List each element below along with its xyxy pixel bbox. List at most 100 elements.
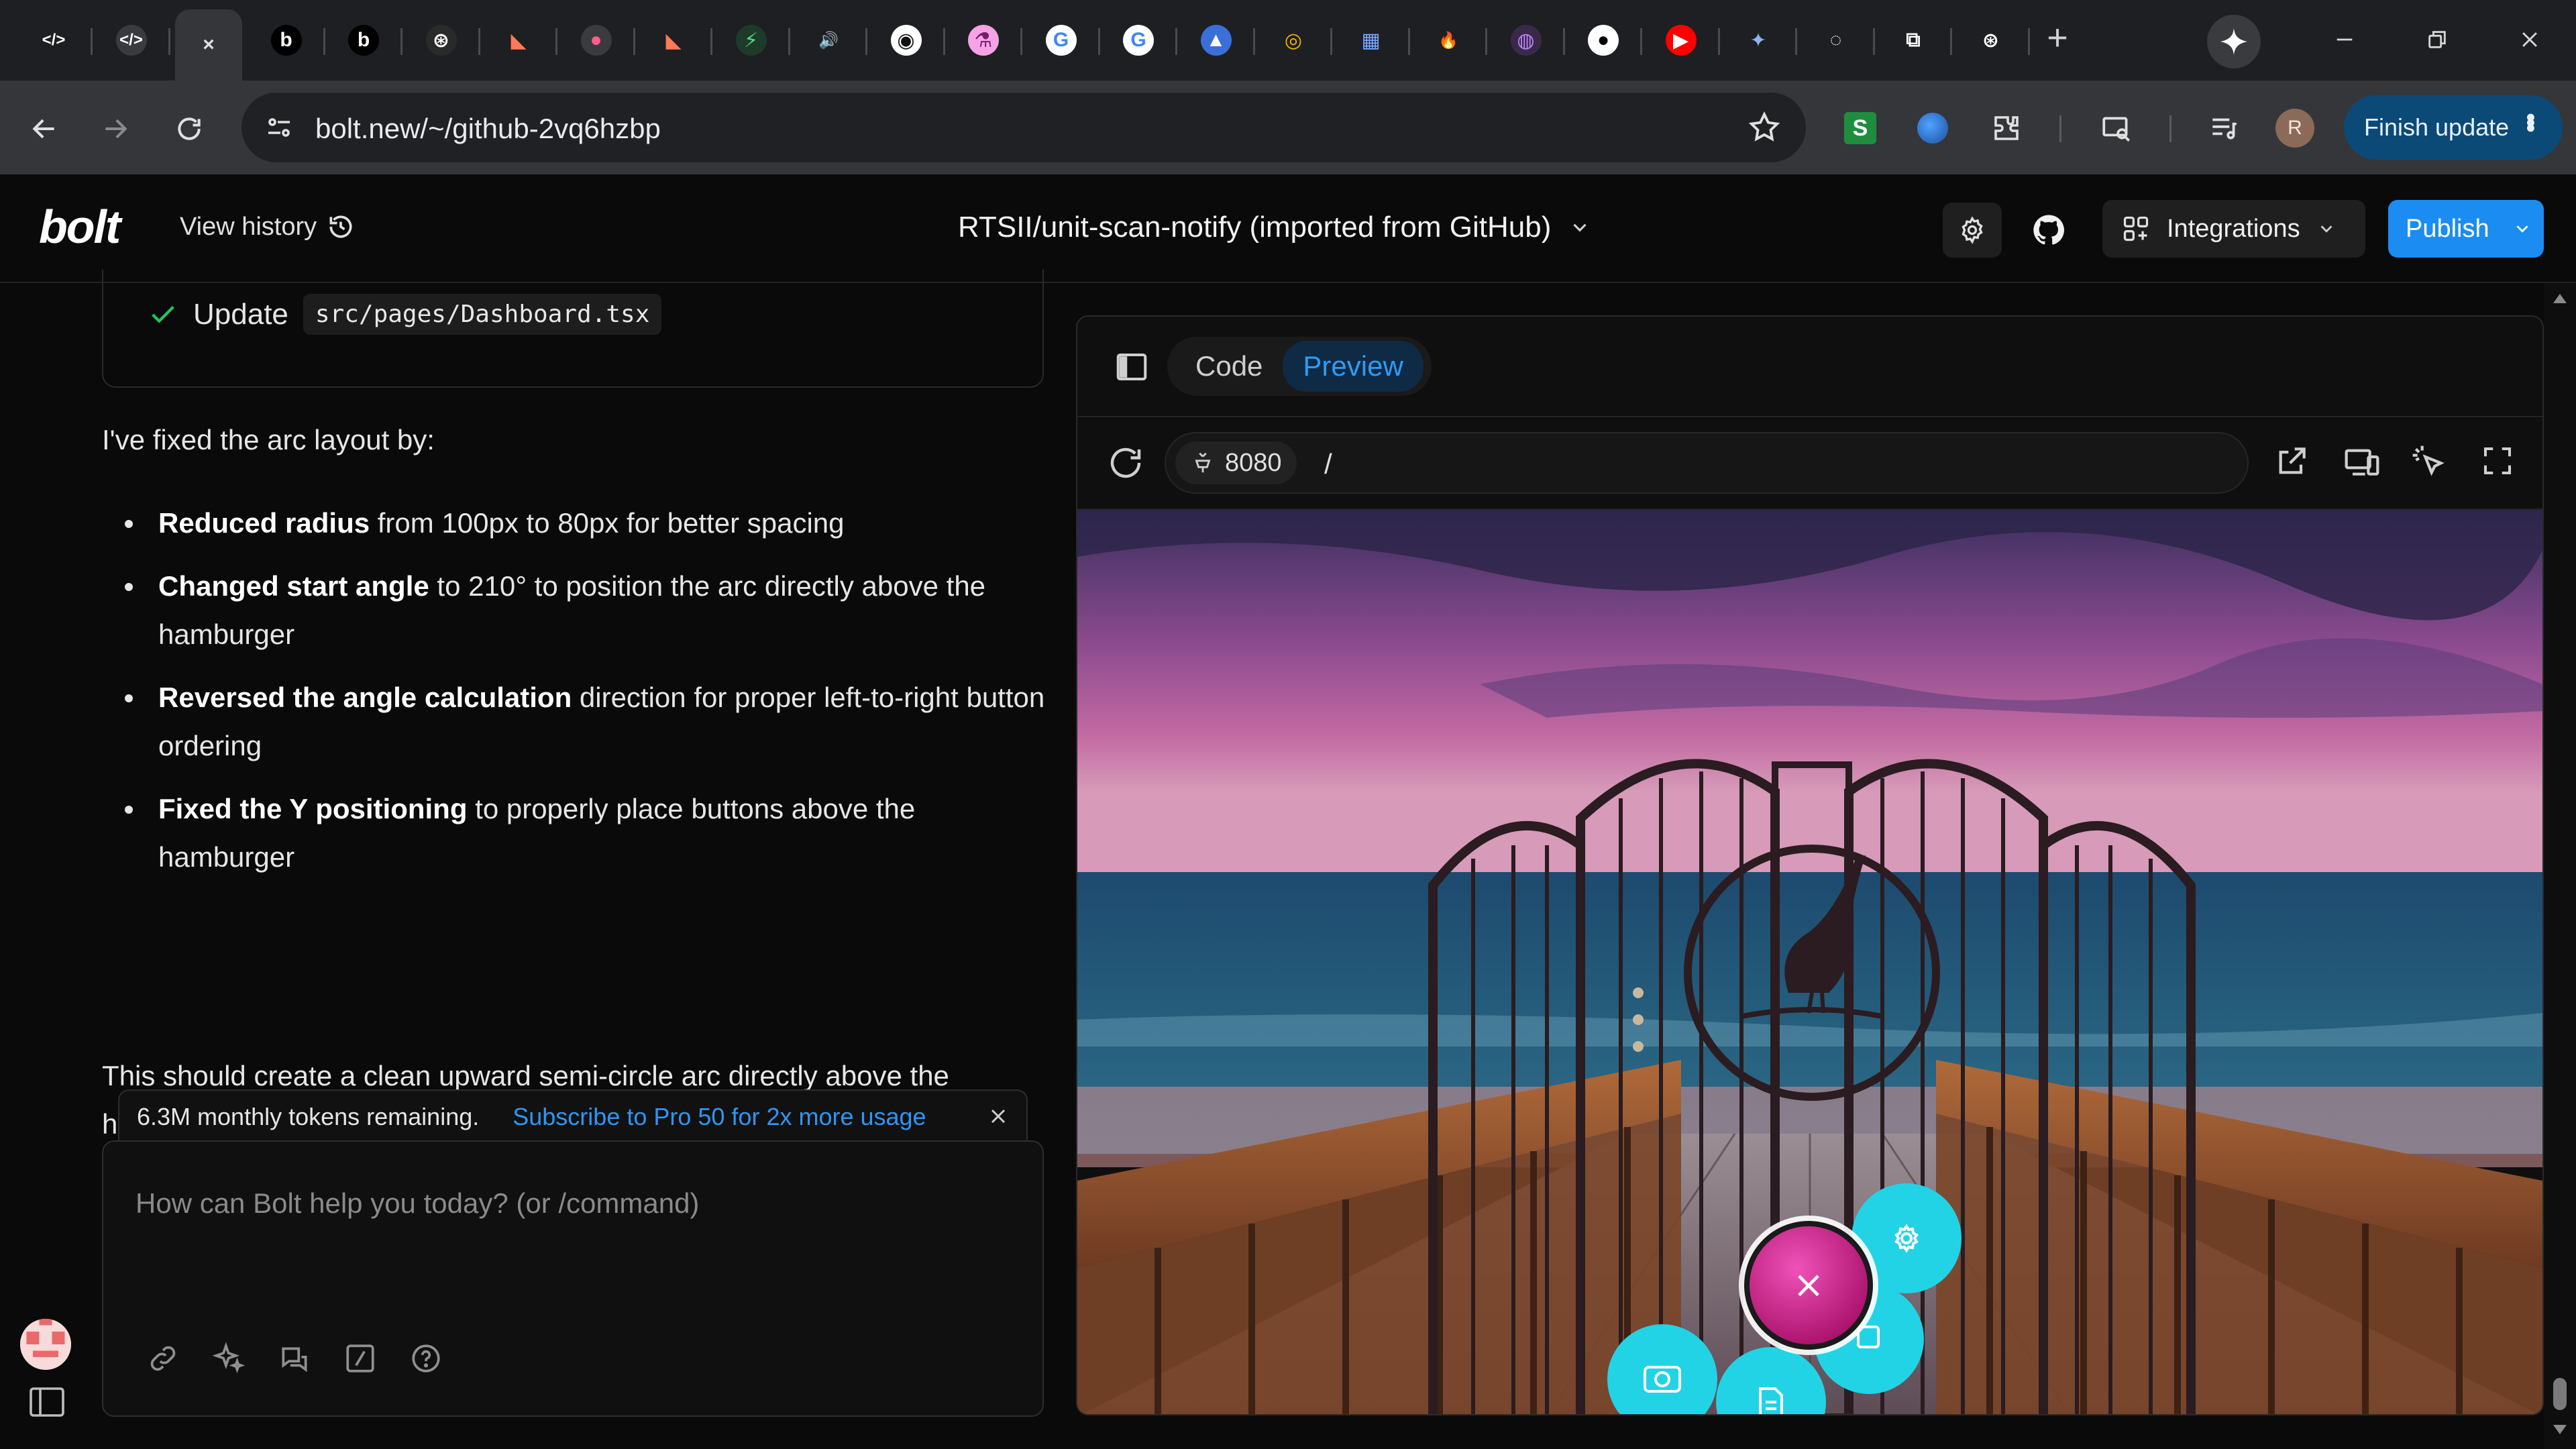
sidebar-toggle-button[interactable] (30, 1387, 64, 1417)
tab-separator (1562, 28, 1565, 55)
tab-search-button[interactable] (2094, 106, 2139, 150)
external-link-icon (2279, 447, 2306, 474)
tab-app-6[interactable]: ▦ (1338, 9, 1410, 71)
attach-button[interactable] (145, 1340, 181, 1377)
address-bar[interactable]: bolt.new/~/github-2vq6hzbp (241, 93, 1806, 162)
tab-app-2[interactable]: ● (563, 9, 635, 71)
scroll-thumb[interactable] (2553, 1378, 2567, 1410)
tab-cloud[interactable]: ◎ (1260, 9, 1332, 71)
tab-dev[interactable]: </> (20, 9, 93, 71)
slash-square-icon (346, 1344, 374, 1373)
tab-lab[interactable]: ⚗ (950, 9, 1022, 71)
close-window-button[interactable] (2500, 17, 2560, 62)
new-tab-button[interactable]: + (2037, 17, 2078, 59)
tab-github[interactable]: ● (1570, 9, 1642, 71)
preview-path[interactable]: / (1324, 448, 1332, 480)
profile-avatar[interactable]: R (2273, 106, 2317, 150)
tab-app-7[interactable]: ◍ (1493, 9, 1565, 71)
extension-sheets[interactable]: S (1838, 106, 1882, 150)
tab-fire[interactable]: 🔥 (1415, 9, 1487, 71)
tab-audio-favicon-icon: 🔊 (813, 25, 844, 56)
fab-close-button[interactable]: × (1739, 1216, 1878, 1355)
tab-gemini[interactable]: ✦ (1725, 9, 1797, 71)
port-selector[interactable]: 8080 (1175, 441, 1297, 484)
tab-audio[interactable]: 🔊 (795, 9, 867, 71)
scroll-down-icon[interactable] (2552, 1424, 2568, 1437)
github-button[interactable] (2019, 203, 2078, 258)
user-avatar[interactable] (20, 1319, 71, 1370)
tab-separator (710, 28, 712, 55)
tab-bolt-2[interactable]: b (330, 9, 402, 71)
command-button[interactable] (342, 1340, 378, 1377)
chevron-down-icon (1573, 223, 1587, 232)
preview-url-field[interactable]: 8080 / (1165, 432, 2249, 494)
scroll-up-icon[interactable] (2552, 291, 2568, 305)
sparkle-icon (212, 1342, 246, 1374)
discuss-button[interactable] (276, 1340, 313, 1377)
project-title-dropdown[interactable]: RTSII/unit-scan-notify (imported from Gi… (958, 211, 1591, 244)
tab-preview[interactable]: Preview (1283, 341, 1424, 392)
extension-blue[interactable] (1911, 106, 1955, 150)
tab-separator (91, 28, 93, 55)
tab-bolt-1[interactable]: b (253, 9, 325, 71)
prompt-input[interactable] (136, 1177, 1008, 1230)
view-history-button[interactable]: View history (180, 212, 356, 241)
fullscreen-button[interactable] (2479, 443, 2520, 483)
site-info-icon[interactable] (263, 111, 295, 144)
tab-youtube[interactable]: ▶ (1648, 9, 1720, 71)
tab-separator (478, 28, 480, 55)
tab-app-8[interactable]: ◌ (1803, 9, 1875, 71)
page-scrollbar[interactable] (2544, 283, 2576, 1449)
tab-drive[interactable]: ▲ (1183, 9, 1255, 71)
tab-separator (1950, 28, 1952, 55)
preview-panel: Code Preview 8080 / × (1076, 315, 2544, 1415)
tab-app-3[interactable]: ◣ (640, 9, 712, 71)
integrations-dropdown[interactable]: Integrations (2102, 200, 2365, 258)
tab-separator (788, 28, 790, 55)
tab-active[interactable]: × (175, 9, 242, 80)
inspect-element-button[interactable] (2410, 443, 2450, 483)
update-file-chip[interactable]: src/pages/Dashboard.tsx (303, 294, 662, 335)
tab-google-1[interactable]: G (1028, 9, 1100, 71)
bolt-logo[interactable]: bolt (39, 200, 121, 254)
tab-app-4-favicon-icon: ⚡ (735, 25, 767, 56)
tokens-banner: 6.3M monthly tokens remaining. Subscribe… (118, 1089, 1028, 1143)
device-toggle-button[interactable] (2343, 443, 2383, 483)
subscribe-link[interactable]: Subscribe to Pro 50 for 2x more usage (513, 1103, 926, 1131)
tab-dev-2[interactable]: </> (98, 9, 170, 71)
back-button[interactable] (20, 105, 68, 153)
close-icon[interactable] (986, 1104, 1010, 1128)
more-vertical-icon[interactable]: ••• (2516, 113, 2545, 129)
chevron-down-icon (2320, 225, 2332, 233)
tokens-remaining: 6.3M monthly tokens remaining. (137, 1103, 480, 1130)
settings-button[interactable] (1943, 203, 2002, 258)
tab-openai[interactable]: ⊛ (408, 9, 480, 71)
preview-reload-button[interactable] (1106, 443, 1146, 483)
publish-button[interactable]: Publish (2388, 200, 2544, 258)
tab-app-5[interactable]: ◉ (873, 9, 945, 71)
media-controls-button[interactable] (2202, 106, 2246, 150)
forward-button[interactable] (91, 105, 140, 153)
finish-update-button[interactable]: Finish update ••• (2344, 95, 2563, 160)
publish-label: Publish (2406, 214, 2489, 243)
minimize-button[interactable] (2314, 17, 2375, 62)
extensions-button[interactable] (1984, 106, 2029, 150)
tab-openai-2[interactable]: ⊛ (1957, 9, 2030, 71)
reload-button[interactable] (165, 105, 213, 153)
tab-app-4[interactable]: ⚡ (718, 9, 790, 71)
prompt-toolbar (145, 1340, 444, 1377)
tab-code[interactable]: Code (1175, 341, 1283, 392)
bookmark-star-icon[interactable] (1747, 110, 1782, 145)
action-card: Update src/pages/Dashboard.tsx (102, 270, 1044, 388)
enhance-prompt-button[interactable] (211, 1340, 247, 1377)
toggle-chat-button[interactable] (1114, 349, 1150, 385)
tab-app-1[interactable]: ◣ (485, 9, 557, 71)
gemini-button[interactable] (2207, 15, 2261, 68)
help-button[interactable] (408, 1340, 444, 1377)
address-url[interactable]: bolt.new/~/github-2vq6hzbp (315, 113, 661, 145)
tab-app-9[interactable]: ⧉ (1880, 9, 1952, 71)
restore-button[interactable] (2407, 17, 2467, 62)
tab-google-2[interactable]: G (1105, 9, 1177, 71)
open-new-tab-button[interactable] (2273, 443, 2313, 483)
tab-separator (400, 28, 402, 55)
